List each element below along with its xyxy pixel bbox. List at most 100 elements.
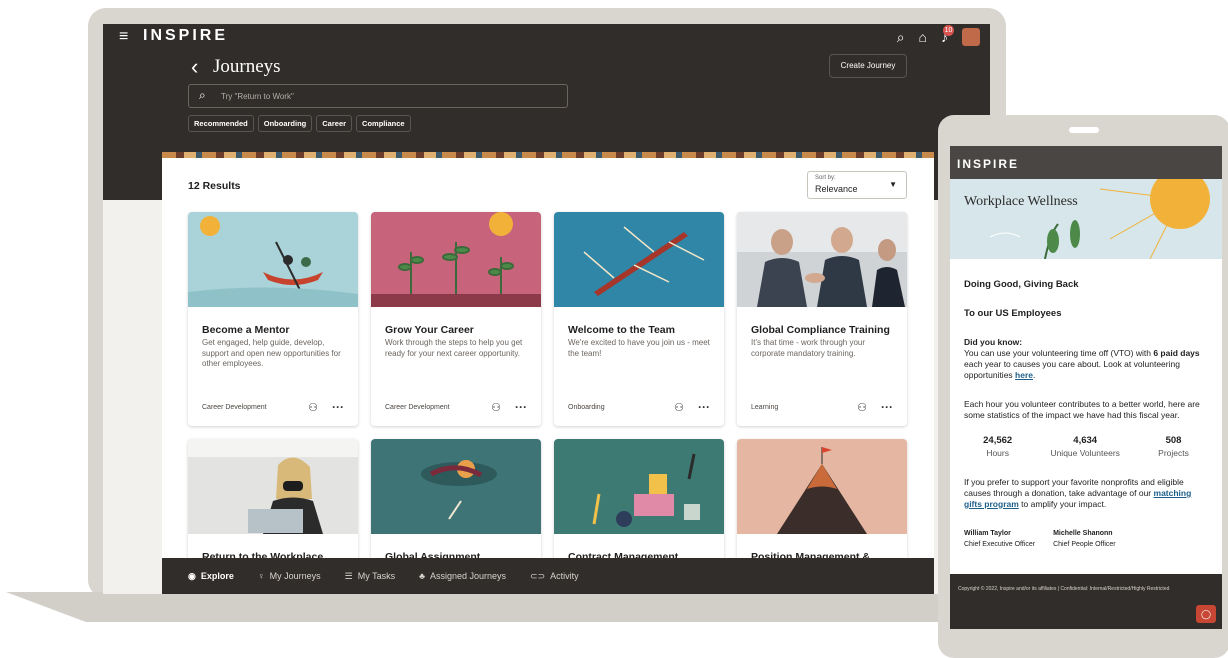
filter-chips: Recommended Onboarding Career Compliance (188, 115, 411, 132)
did-you-know: Did you know: You can use your volunteer… (964, 337, 1208, 381)
mountain-illustration (737, 439, 907, 534)
people-icon[interactable]: ⚇ (857, 401, 867, 414)
people-icon[interactable]: ⚇ (308, 401, 318, 414)
stat-value: 24,562 (983, 435, 1013, 446)
hero-title: Workplace Wellness (964, 194, 1078, 209)
signatory-title: Chief Executive Officer (964, 541, 1036, 548)
nav-my-tasks[interactable]: ☰ My Tasks (345, 571, 395, 582)
signatory-name: Michelle Shanonn (1053, 530, 1113, 537)
tablet-brand: INSPIRE (950, 146, 1222, 179)
journey-card-career[interactable]: Grow Your Career Work through the steps … (371, 212, 541, 426)
person-icon: ♀ (257, 571, 265, 581)
donation-text-2: to amplify your impact. (1021, 499, 1107, 509)
card-title: Become a Mentor (202, 324, 290, 336)
search-icon[interactable]: ⌕ (897, 29, 905, 46)
create-journey-button[interactable]: Create Journey (829, 54, 907, 78)
donation-text-1: If you prefer to support your favorite n… (964, 477, 1184, 498)
impact-text: Each hour you volunteer contributes to a… (964, 399, 1200, 420)
nav-assigned-journeys[interactable]: ♣ Assigned Journeys (419, 571, 506, 581)
stat-label: Hours (986, 448, 1009, 458)
tablet-screen: INSPIRE Workplace Wellness Doing Good, G… (950, 146, 1222, 629)
decorative-banner (162, 152, 934, 158)
signatory: Michelle Shanonn Chief People Officer (1053, 528, 1116, 550)
chevron-down-icon: ▼ (889, 180, 897, 189)
signatory-title: Chief People Officer (1053, 541, 1116, 548)
results-count: 12 Results (188, 180, 241, 192)
filter-chip-onboarding[interactable]: Onboarding (257, 115, 313, 132)
sort-value: Relevance (815, 184, 858, 194)
filter-chip-career[interactable]: Career (316, 115, 353, 132)
sort-select[interactable]: Sort by: Relevance ▼ (807, 171, 907, 199)
rowing-illustration (554, 212, 724, 307)
stat-projects: 508 Projects (1158, 435, 1189, 459)
blocks-illustration (554, 439, 724, 534)
tablet-frame: INSPIRE Workplace Wellness Doing Good, G… (938, 115, 1228, 658)
masked-worker-photo (188, 439, 358, 534)
nav-label: My Tasks (357, 571, 396, 581)
nav-my-journeys[interactable]: ♀ My Journeys (258, 571, 321, 581)
brand-logo: INSPIRE (143, 27, 229, 44)
stat-label: Unique Volunteers (1050, 448, 1120, 458)
did-you-know-title: Did you know: (964, 337, 1023, 347)
sort-label: Sort by: (815, 175, 836, 181)
card-category: Onboarding (568, 403, 605, 411)
card-title: Welcome to the Team (568, 324, 675, 336)
more-icon[interactable]: ··· (515, 400, 527, 414)
wellness-hero: Workplace Wellness (950, 179, 1222, 259)
nav-activity[interactable]: ⊂⊃ Activity (530, 571, 579, 582)
signatory-name: William Taylor (964, 530, 1011, 537)
notification-badge: 10 (943, 25, 954, 36)
results-panel: 12 Results Sort by: Relevance ▼ Become a… (162, 152, 934, 594)
card-description: It's that time - work through your corpo… (751, 338, 866, 358)
nav-explore[interactable]: ◉ Explore (188, 571, 234, 582)
sun-plants-illustration (950, 179, 1222, 259)
menu-icon[interactable]: ≡ (119, 28, 128, 46)
home-icon[interactable]: ⌂ (919, 29, 927, 45)
signatory: William Taylor Chief Executive Officer (964, 528, 1035, 550)
tasks-icon: ☰ (344, 570, 353, 581)
here-link[interactable]: here (1015, 370, 1033, 380)
donation-text: If you prefer to support your favorite n… (964, 477, 1208, 510)
kayak-illustration (188, 212, 358, 307)
more-icon[interactable]: ··· (332, 400, 344, 414)
avatar[interactable] (962, 28, 980, 46)
card-category: Career Development (202, 403, 267, 411)
top-icons: ⌕ ⌂ ♪ 10 (897, 25, 980, 46)
impact-stats: 24,562 Hours 4,634 Unique Volunteers 508 Pr… (964, 435, 1208, 459)
filter-chip-recommended[interactable]: Recommended (188, 115, 254, 132)
card-footer: Learning ⚇ ··· (751, 400, 893, 414)
stat-hours: 24,562 Hours (983, 435, 1012, 459)
plants-illustration (371, 212, 541, 307)
search-input[interactable] (221, 87, 551, 105)
card-footer: Career Development ⚇ ··· (385, 400, 527, 414)
more-icon[interactable]: ··· (698, 400, 710, 414)
stat-label: Projects (1158, 448, 1189, 458)
search-box: ⌕ (188, 84, 568, 108)
bottom-nav: ◉ Explore ♀ My Journeys ☰ My Tasks ♣ Assigne… (162, 558, 934, 594)
oracle-logo-icon: ◯ (1196, 605, 1216, 623)
tablet-speaker (1069, 127, 1099, 133)
people-icon[interactable]: ⚇ (491, 401, 501, 414)
activity-icon: ⊂⊃ (530, 570, 546, 581)
card-title: Grow Your Career (385, 324, 474, 336)
filter-chip-compliance[interactable]: Compliance (356, 115, 411, 132)
signatories: William Taylor Chief Executive Officer Mi… (964, 528, 1208, 550)
did-you-know-text: You can use your volunteering time off (… (964, 348, 1151, 358)
journey-card-compliance[interactable]: Global Compliance Training It's that tim… (737, 212, 907, 426)
nav-label: My Journeys (269, 571, 321, 581)
journey-card-welcome[interactable]: Welcome to the Team We're excited to hav… (554, 212, 724, 426)
back-icon[interactable]: ‹ (191, 54, 198, 80)
laptop-base (6, 592, 1006, 622)
more-icon[interactable]: ··· (881, 400, 893, 414)
marketing-composite: ≡ INSPIRE ⌕ ⌂ ♪ 10 ‹ Journeys Create Jour… (0, 0, 1228, 658)
journey-card-mentor[interactable]: Become a Mentor Get engaged, help guide,… (188, 212, 358, 426)
swimmer-illustration (371, 439, 541, 534)
card-category: Career Development (385, 403, 450, 411)
newsletter-heading: Doing Good, Giving Back (964, 279, 1079, 290)
bell-icon[interactable]: ♪ 10 (941, 25, 954, 45)
newsletter-body: Doing Good, Giving Back To our US Employ… (950, 259, 1222, 550)
stat-value: 4,634 (1073, 435, 1098, 446)
card-title: Global Compliance Training (751, 324, 890, 336)
people-icon[interactable]: ⚇ (674, 401, 684, 414)
card-footer: Onboarding ⚇ ··· (568, 400, 710, 414)
